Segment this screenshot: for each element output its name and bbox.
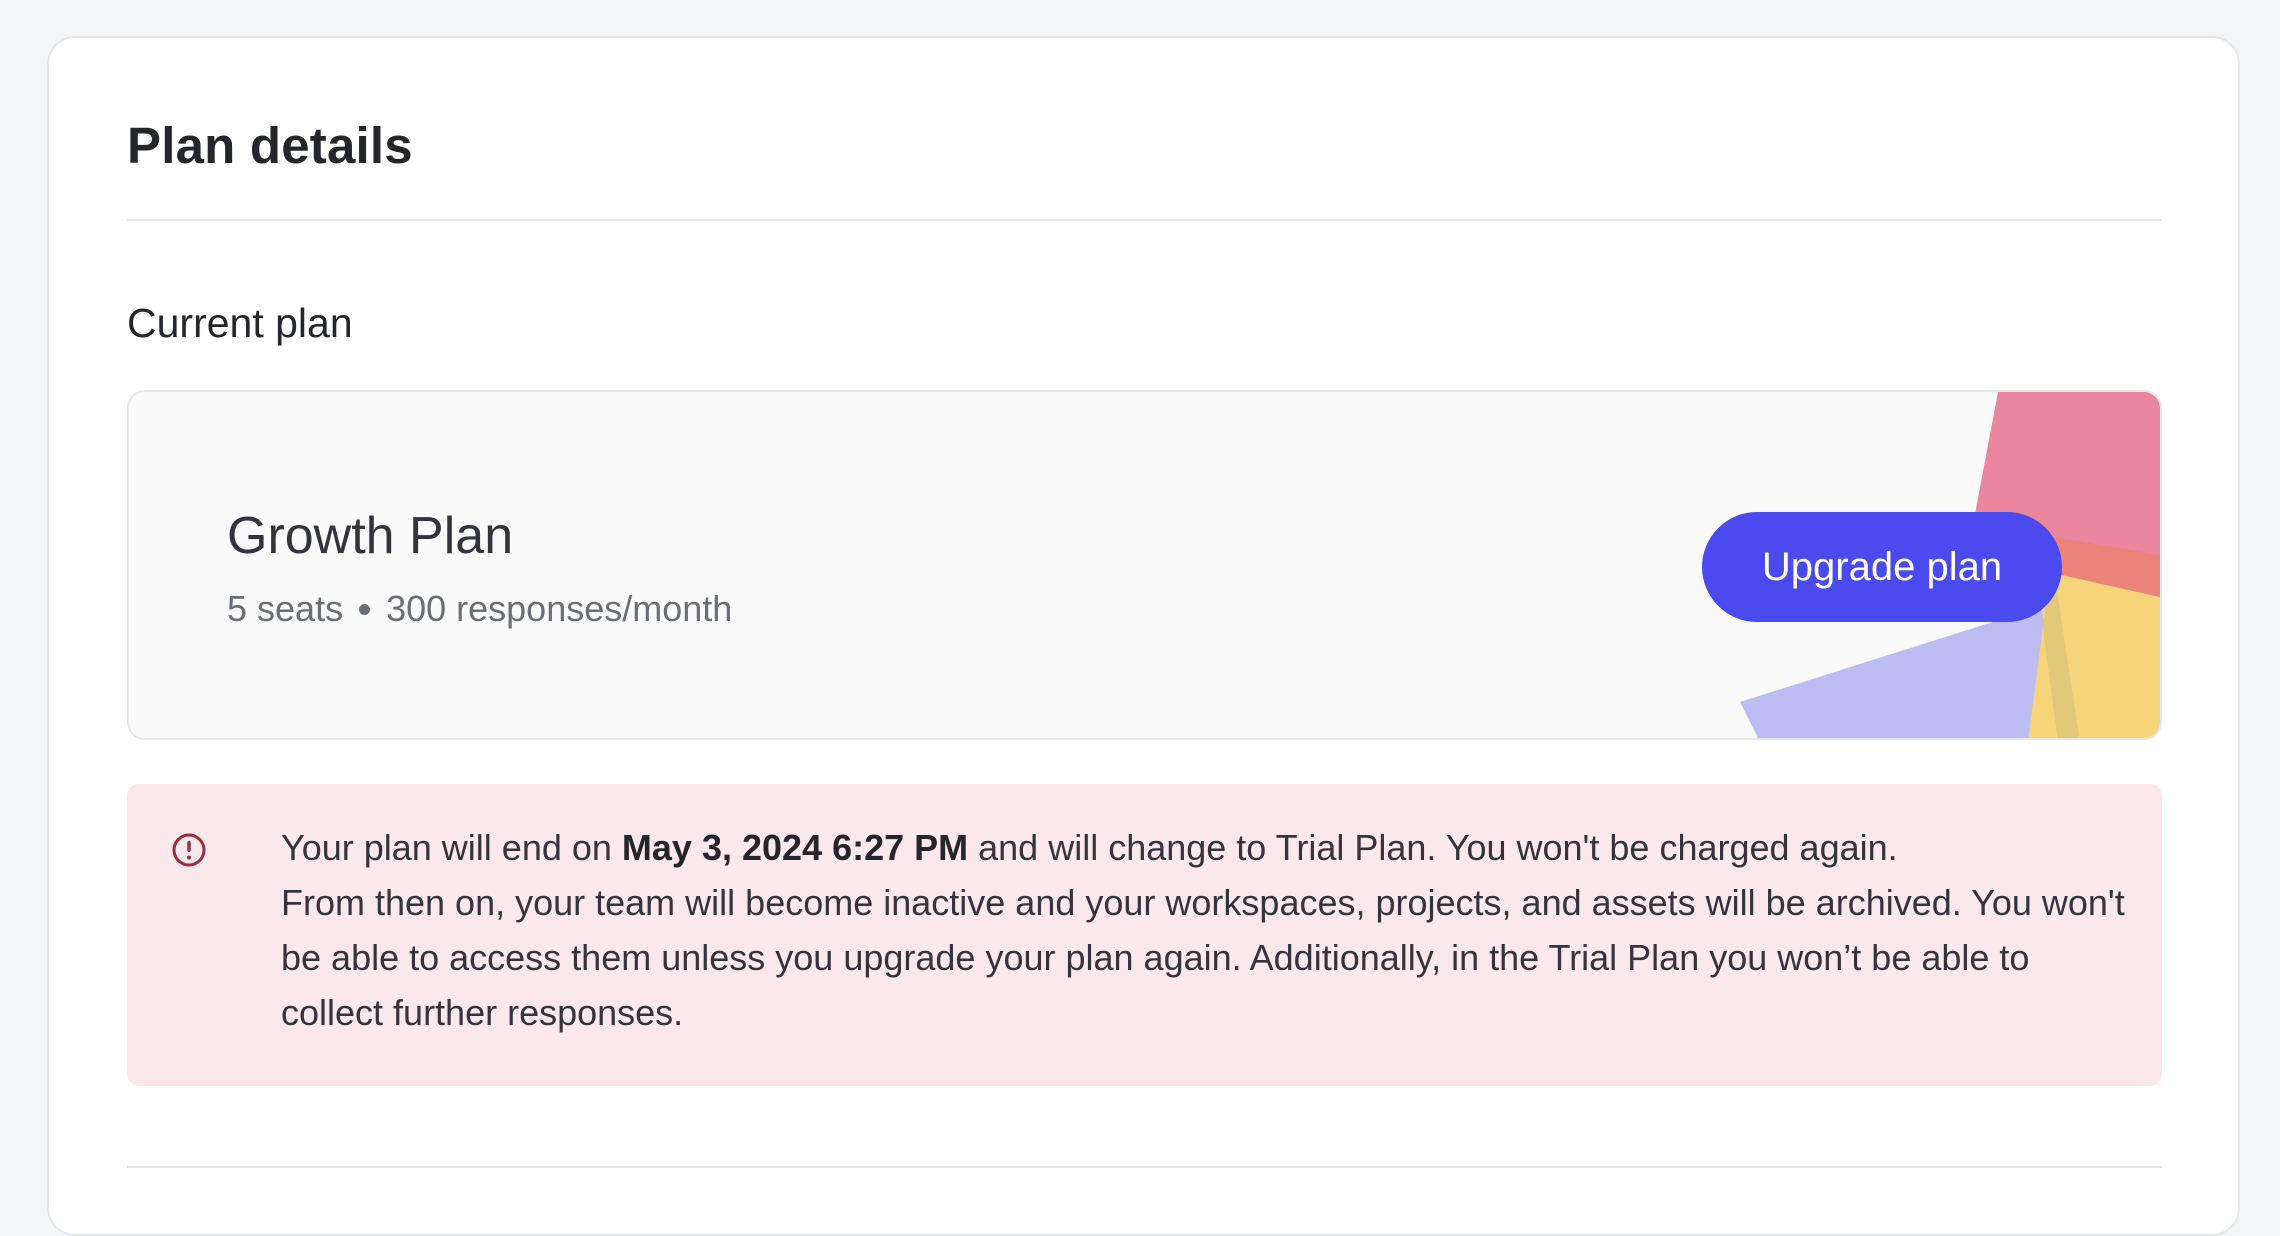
bottom-divider	[127, 1166, 2162, 1168]
exclamation-circle-icon	[172, 833, 206, 867]
alert-message: Your plan will end on May 3, 2024 6:27 P…	[281, 820, 2131, 1040]
plan-name: Growth Plan	[227, 507, 514, 565]
title-divider	[127, 219, 2162, 221]
separator-dot	[359, 603, 371, 615]
alert-line1-suffix: and will change to Trial Plan. You won't…	[968, 827, 1898, 868]
plan-ending-alert: Your plan will end on May 3, 2024 6:27 P…	[127, 784, 2162, 1086]
alert-line1-prefix: Your plan will end on	[281, 827, 622, 868]
alert-body: From then on, your team will become inac…	[281, 882, 2125, 1033]
decor-lavender-shape	[1740, 607, 2079, 738]
plan-details-panel: Plan details Current plan Growth Plan 5 …	[47, 36, 2240, 1236]
page-title: Plan details	[127, 117, 413, 174]
current-plan-card: Growth Plan 5 seats 300 responses/month …	[127, 390, 2162, 740]
alert-end-date: May 3, 2024 6:27 PM	[621, 827, 969, 868]
plan-seats: 5 seats	[227, 588, 344, 629]
current-plan-heading: Current plan	[127, 300, 353, 346]
plan-meta: 5 seats 300 responses/month	[227, 588, 732, 630]
plan-responses: 300 responses/month	[386, 588, 733, 629]
upgrade-plan-button[interactable]: Upgrade plan	[1702, 512, 2062, 622]
